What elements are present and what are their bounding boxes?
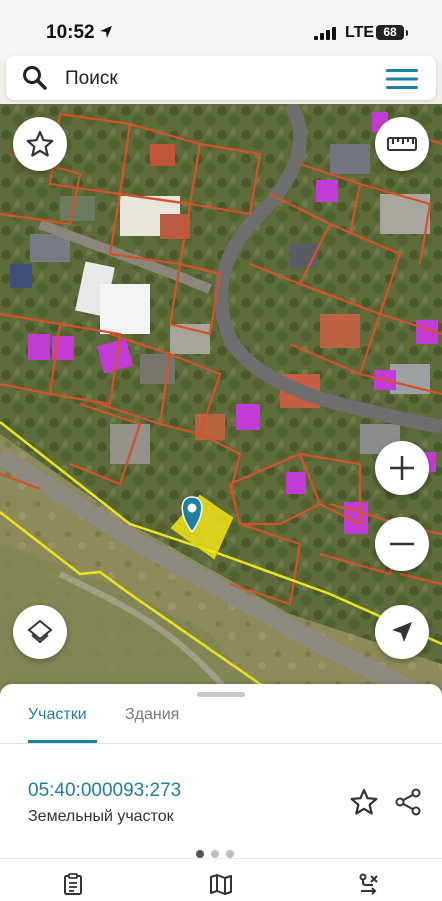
- search-input[interactable]: Поиск: [65, 68, 118, 90]
- status-bar: 10:52 LTE 68: [0, 0, 442, 60]
- map-view[interactable]: [0, 104, 442, 694]
- pager-dot[interactable]: [211, 850, 219, 858]
- favorite-button[interactable]: [13, 117, 67, 171]
- cellular-signal-icon: [314, 27, 336, 40]
- minus-icon: [390, 542, 414, 546]
- ruler-icon: [387, 137, 417, 151]
- navigation-arrow-icon: [392, 622, 412, 642]
- ruler-button[interactable]: [375, 117, 429, 171]
- tab-parcels[interactable]: Участки: [28, 706, 87, 724]
- pager-dot[interactable]: [196, 850, 204, 858]
- hamburger-menu-icon[interactable]: [386, 68, 418, 90]
- layers-icon: [27, 619, 53, 644]
- clipboard-icon[interactable]: [62, 873, 84, 895]
- zoom-in-button[interactable]: [375, 441, 429, 495]
- plus-icon: [390, 456, 414, 480]
- sheet-drag-handle[interactable]: [197, 692, 245, 697]
- locate-button[interactable]: [375, 605, 429, 659]
- network-type: LTE: [345, 24, 375, 41]
- star-icon: [26, 130, 54, 157]
- star-icon[interactable]: [349, 787, 379, 817]
- route-filter-icon[interactable]: [358, 873, 380, 895]
- satellite-map[interactable]: [0, 104, 442, 694]
- location-arrow-icon: [100, 26, 112, 38]
- parcel-type: Земельный участок: [28, 808, 174, 825]
- status-time: 10:52: [46, 22, 95, 43]
- tab-buildings[interactable]: Здания: [125, 706, 179, 724]
- cadastral-number[interactable]: 05:40:000093:273: [28, 780, 181, 802]
- search-bar[interactable]: Поиск: [6, 56, 436, 100]
- map-icon[interactable]: [210, 873, 232, 895]
- bottom-navigation: [0, 858, 442, 901]
- layers-button[interactable]: [13, 605, 67, 659]
- share-icon[interactable]: [393, 787, 423, 817]
- pager-dot[interactable]: [226, 850, 234, 858]
- search-icon: [23, 66, 47, 90]
- zoom-out-button[interactable]: [375, 517, 429, 571]
- battery-indicator: 68: [376, 25, 408, 40]
- tabs-divider: [0, 743, 442, 744]
